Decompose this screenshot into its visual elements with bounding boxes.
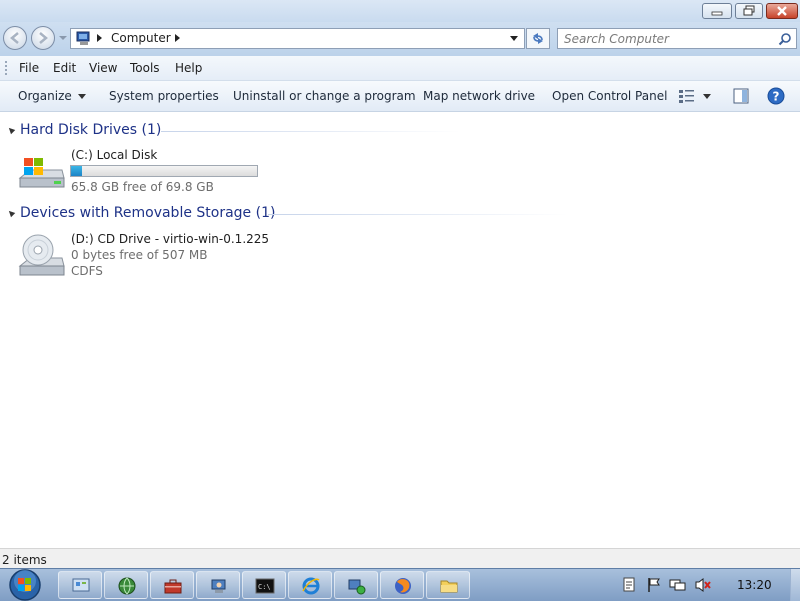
breadcrumb-arrow-icon[interactable] (97, 34, 102, 42)
collapse-triangle-icon (6, 208, 16, 218)
drive-name: (C:) Local Disk (71, 148, 158, 162)
control-panel-icon (72, 578, 90, 592)
command-bar: Organize System properties Uninstall or … (0, 81, 800, 112)
minimize-button[interactable] (702, 3, 732, 19)
organize-label: Organize (18, 89, 72, 103)
drive-name: (D:) CD Drive - virtio-win-0.1.225 (71, 232, 270, 246)
back-button[interactable] (3, 26, 27, 50)
menu-file[interactable]: File (19, 61, 39, 75)
map-network-drive-button[interactable]: Map network drive (423, 89, 535, 103)
search-icon[interactable] (778, 32, 792, 46)
menu-edit[interactable]: Edit (53, 61, 76, 75)
taskbar: C:\ 13:20 (0, 568, 800, 601)
taskbar-internet-explorer[interactable] (288, 571, 332, 599)
document-icon[interactable] (622, 577, 636, 593)
collapse-triangle-icon (6, 125, 16, 135)
taskbar-windows-explorer[interactable] (426, 571, 470, 599)
taskbar-network[interactable] (104, 571, 148, 599)
open-control-panel-button[interactable]: Open Control Panel (552, 89, 667, 103)
address-dropdown-icon[interactable] (510, 36, 518, 41)
show-desktop-button[interactable] (790, 569, 800, 601)
preview-pane-icon[interactable] (733, 88, 749, 104)
group-header-hard-disk-drives[interactable]: Hard Disk Drives (1) (6, 122, 162, 138)
organize-button[interactable]: Organize (18, 89, 86, 103)
group-title: Devices with Removable Storage (1) (20, 205, 276, 221)
folder-icon (440, 580, 458, 593)
item-count: 2 items (2, 553, 47, 567)
network-icon[interactable] (669, 577, 687, 593)
status-bar: 2 items (0, 548, 800, 569)
menu-grip (5, 61, 9, 75)
taskbar-firefox[interactable] (380, 571, 424, 599)
restore-icon (743, 5, 755, 16)
computer-icon (76, 31, 90, 45)
computer-user-icon (211, 579, 226, 593)
view-options-dropdown-icon[interactable] (703, 94, 711, 99)
taskbar-computer-management[interactable] (196, 571, 240, 599)
refresh-button[interactable] (526, 28, 550, 49)
drive-filesystem: CDFS (71, 264, 103, 278)
drive-free-space: 65.8 GB free of 69.8 GB (71, 180, 214, 194)
navigation-bar: Computer (0, 22, 800, 56)
recent-pages-dropdown[interactable] (59, 36, 67, 40)
network-folder-icon (348, 579, 366, 595)
volume-muted-icon[interactable] (694, 577, 712, 593)
refresh-icon (533, 33, 543, 44)
help-icon[interactable]: ? (767, 87, 785, 105)
firefox-icon (395, 578, 411, 594)
svg-text:C:\: C:\ (258, 583, 271, 591)
drive-item-d[interactable]: (D:) CD Drive - virtio-win-0.1.225 0 byt… (16, 232, 276, 288)
taskbar-command-prompt[interactable]: C:\ (242, 571, 286, 599)
group-divider (268, 214, 568, 215)
network-globe-icon (118, 577, 136, 595)
close-button[interactable] (766, 3, 798, 19)
start-orb-icon[interactable] (7, 568, 43, 601)
command-prompt-icon: C:\ (255, 578, 275, 594)
breadcrumb-arrow-icon[interactable] (175, 34, 180, 42)
uninstall-program-button[interactable]: Uninstall or change a program (233, 89, 416, 103)
group-header-removable-storage[interactable]: Devices with Removable Storage (1) (6, 205, 276, 221)
system-properties-button[interactable]: System properties (109, 89, 219, 103)
content-area: Hard Disk Drives (1) (C:) Local Disk 65.… (0, 112, 800, 548)
menu-view[interactable]: View (89, 61, 117, 75)
taskbar-control-panel[interactable] (58, 571, 102, 599)
title-bar (0, 0, 800, 22)
address-bar[interactable]: Computer (70, 28, 525, 49)
restore-button[interactable] (735, 3, 763, 19)
back-arrow-icon (10, 32, 19, 44)
taskbar-toolbox[interactable] (150, 571, 194, 599)
search-input[interactable] (564, 30, 769, 47)
forward-button[interactable] (31, 26, 55, 50)
chevron-down-icon (77, 94, 86, 99)
drive-free-space: 0 bytes free of 507 MB (71, 248, 208, 262)
clock[interactable]: 13:20 (737, 578, 772, 592)
change-view-icon[interactable] (678, 88, 696, 104)
group-divider (161, 131, 461, 132)
breadcrumb-computer[interactable]: Computer (111, 31, 171, 45)
taskbar-network-folder[interactable] (334, 571, 378, 599)
capacity-bar (70, 165, 258, 177)
toolbox-icon (164, 579, 182, 594)
forward-arrow-icon (39, 32, 48, 44)
search-box[interactable] (557, 28, 797, 49)
close-icon (777, 6, 787, 16)
menu-bar: File Edit View Tools Help (0, 56, 800, 81)
cd-drive-icon (18, 234, 65, 276)
capacity-bar-fill (71, 166, 82, 176)
menu-help[interactable]: Help (175, 61, 202, 75)
group-title: Hard Disk Drives (1) (20, 122, 162, 138)
flag-icon[interactable] (647, 577, 661, 593)
drive-item-c[interactable]: (C:) Local Disk 65.8 GB free of 69.8 GB (16, 148, 276, 204)
svg-text:?: ? (773, 90, 780, 104)
menu-tools[interactable]: Tools (130, 61, 160, 75)
minimize-icon (711, 11, 723, 16)
hard-disk-icon (18, 158, 65, 188)
internet-explorer-icon (302, 577, 320, 595)
